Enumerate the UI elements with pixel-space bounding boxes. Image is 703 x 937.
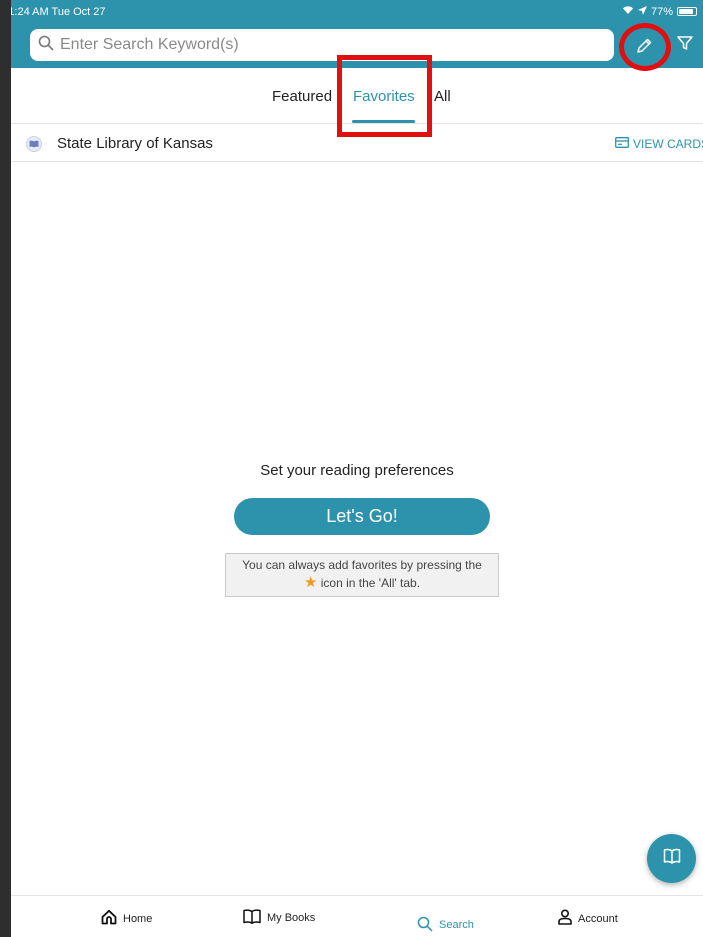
search-input[interactable] (60, 36, 580, 54)
nav-my-books-label: My Books (267, 912, 316, 924)
star-icon: ★ (303, 574, 318, 591)
location-icon (637, 5, 647, 18)
favorites-hint: You can always add favorites by pressing… (225, 553, 499, 597)
open-book-icon (663, 848, 681, 869)
person-icon (558, 909, 572, 928)
bottom-nav: Home My Books Search Account (11, 895, 703, 937)
search-icon (417, 916, 433, 935)
nav-search-label: Search (439, 919, 474, 931)
hint-line-2: ★ icon in the 'All' tab. (226, 574, 498, 592)
battery-percent: 77% (650, 5, 673, 18)
search-icon (38, 35, 54, 56)
tab-all[interactable]: All (434, 88, 451, 105)
status-time: 11:24 AM Tue Oct 27 (11, 6, 106, 18)
lets-go-button[interactable]: Let's Go! (234, 498, 490, 535)
view-cards-label: VIEW CARDS (633, 137, 703, 151)
highlight-circle (619, 23, 671, 71)
home-icon (101, 909, 117, 928)
library-name: State Library of Kansas (57, 135, 213, 152)
library-row: State Library of Kansas VIEW CARDS (11, 125, 703, 162)
search-bar[interactable] (30, 29, 614, 61)
filter-icon (676, 34, 694, 57)
nav-home-label: Home (123, 912, 153, 925)
library-logo-icon (26, 136, 42, 152)
tab-featured[interactable]: Featured (272, 88, 332, 105)
nav-home[interactable]: Home (101, 909, 152, 928)
app-screen: 11:24 AM Tue Oct 27 77% Enter Search Key… (11, 0, 703, 937)
book-icon (243, 909, 261, 927)
view-cards-button[interactable]: VIEW CARDS (615, 137, 703, 151)
open-book-fab[interactable] (647, 834, 696, 883)
nav-search[interactable]: Search (409, 909, 703, 937)
preferences-heading: Set your reading preferences (260, 462, 454, 479)
nav-account[interactable]: Account (558, 909, 618, 928)
status-indicators: 77% (622, 5, 697, 18)
wifi-icon (622, 5, 634, 18)
nav-account-label: Account (578, 912, 618, 925)
filter-button[interactable] (671, 31, 699, 59)
nav-my-books[interactable]: My Books (243, 909, 315, 927)
battery-icon (677, 7, 697, 16)
hint-line-1: You can always add favorites by pressing… (242, 558, 482, 572)
left-bezel (0, 0, 11, 937)
hint-line-2-text: icon in the 'All' tab. (320, 576, 421, 590)
card-icon (615, 137, 629, 151)
